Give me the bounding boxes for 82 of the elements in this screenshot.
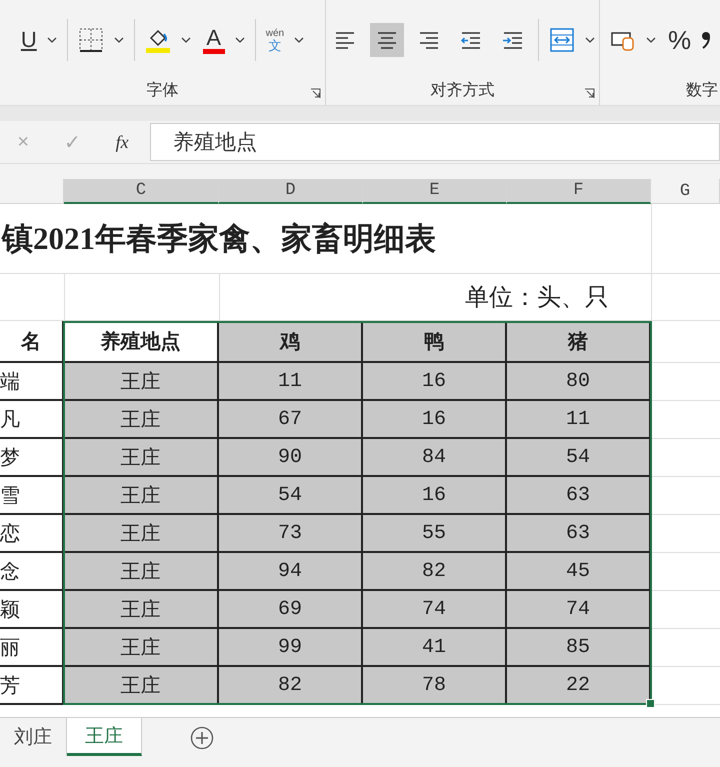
table-cell: 63 [507, 477, 651, 515]
header-cell: 养殖地点 [64, 321, 219, 363]
sheet-tab[interactable]: 王庄 [67, 718, 142, 756]
table-cell: 凡 [0, 401, 64, 439]
table-cell: 王庄 [64, 477, 219, 515]
table-cell: 80 [507, 363, 651, 401]
caret-icon[interactable] [234, 37, 245, 43]
group-label: 字体 [146, 80, 178, 101]
table-cell: 11 [507, 401, 651, 439]
table-cell: 恋 [0, 515, 64, 553]
table-cell: 16 [363, 477, 507, 515]
table-cell: 63 [507, 515, 651, 553]
header-cell: 鸭 [363, 321, 507, 363]
table-cell: 王庄 [64, 553, 219, 591]
caret-icon[interactable] [180, 37, 191, 43]
caret-icon[interactable] [646, 37, 656, 43]
table-cell: 67 [219, 401, 363, 439]
phonetic-guide-button[interactable]: wén 文 [264, 26, 306, 54]
formula-input[interactable]: 养殖地点 [150, 123, 720, 161]
table-cell: 94 [219, 553, 363, 591]
table-cell: 16 [363, 363, 507, 401]
column-header[interactable]: G [651, 179, 720, 204]
font-color-button[interactable]: A [200, 24, 247, 56]
table-cell: 王庄 [64, 439, 219, 477]
table-cell: 54 [219, 477, 363, 515]
header-cell: 猪 [507, 321, 651, 363]
table-cell: 74 [507, 591, 651, 629]
table-cell: 99 [219, 629, 363, 667]
column-header[interactable]: D [219, 179, 363, 204]
table-cell: 54 [507, 439, 651, 477]
table-cell: 念 [0, 553, 64, 591]
table-cell: 90 [219, 439, 363, 477]
table-cell: 22 [507, 667, 651, 705]
underline-button[interactable]: U [18, 25, 59, 55]
dialog-launcher-icon[interactable] [584, 88, 595, 99]
table-cell: 16 [363, 401, 507, 439]
table-cell: 王庄 [64, 401, 219, 439]
sheet-title: 镇2021年春季家禽、家畜明细表 [2, 220, 436, 258]
table-cell: 78 [363, 667, 507, 705]
table-cell: 王庄 [64, 629, 219, 667]
add-sheet-icon[interactable] [190, 726, 214, 750]
table-cell: 84 [363, 439, 507, 477]
table-cell: 82 [219, 667, 363, 705]
caret-icon[interactable] [46, 37, 57, 43]
caret-icon[interactable] [585, 37, 595, 43]
table-cell: 颖 [0, 591, 64, 629]
table-cell: 74 [363, 591, 507, 629]
table-cell: 41 [363, 629, 507, 667]
table-cell: 11 [219, 363, 363, 401]
unit-label: 单位：头、只 [465, 284, 609, 313]
table-cell: 端 [0, 363, 64, 401]
table-cell: 王庄 [64, 515, 219, 553]
table-cell: 45 [507, 553, 651, 591]
table-cell: 王庄 [64, 363, 219, 401]
borders-icon [78, 27, 104, 53]
table-cell: 丽 [0, 629, 64, 667]
table-cell: 芳 [0, 667, 64, 705]
insert-function-button[interactable]: fx [116, 132, 129, 152]
fill-handle[interactable] [646, 699, 655, 708]
percent-button[interactable]: % [666, 22, 694, 58]
table-cell: 82 [363, 553, 507, 591]
table-cell: 王庄 [64, 667, 219, 705]
caret-icon[interactable] [294, 37, 304, 43]
table-cell: 梦 [0, 439, 64, 477]
header-cell: 名 [0, 321, 64, 363]
group-label: 数字 [686, 80, 718, 101]
comma-style-icon[interactable] [701, 31, 712, 49]
header-cell: 鸡 [219, 321, 363, 363]
merge-cells-icon [549, 27, 575, 53]
table-cell: 73 [219, 515, 363, 553]
table-cell: 雪 [0, 477, 64, 515]
table-cell: 85 [507, 629, 651, 667]
column-header[interactable]: E [363, 179, 507, 204]
group-label: 对齐方式 [430, 80, 494, 101]
table-cell: 55 [363, 515, 507, 553]
table-cell: 王庄 [64, 591, 219, 629]
column-header[interactable]: F [507, 179, 651, 204]
column-header[interactable]: C [64, 179, 219, 204]
caret-icon[interactable] [114, 37, 124, 43]
table-cell: 69 [219, 591, 363, 629]
dialog-launcher-icon[interactable] [310, 88, 321, 99]
align-button[interactable] [370, 23, 404, 57]
